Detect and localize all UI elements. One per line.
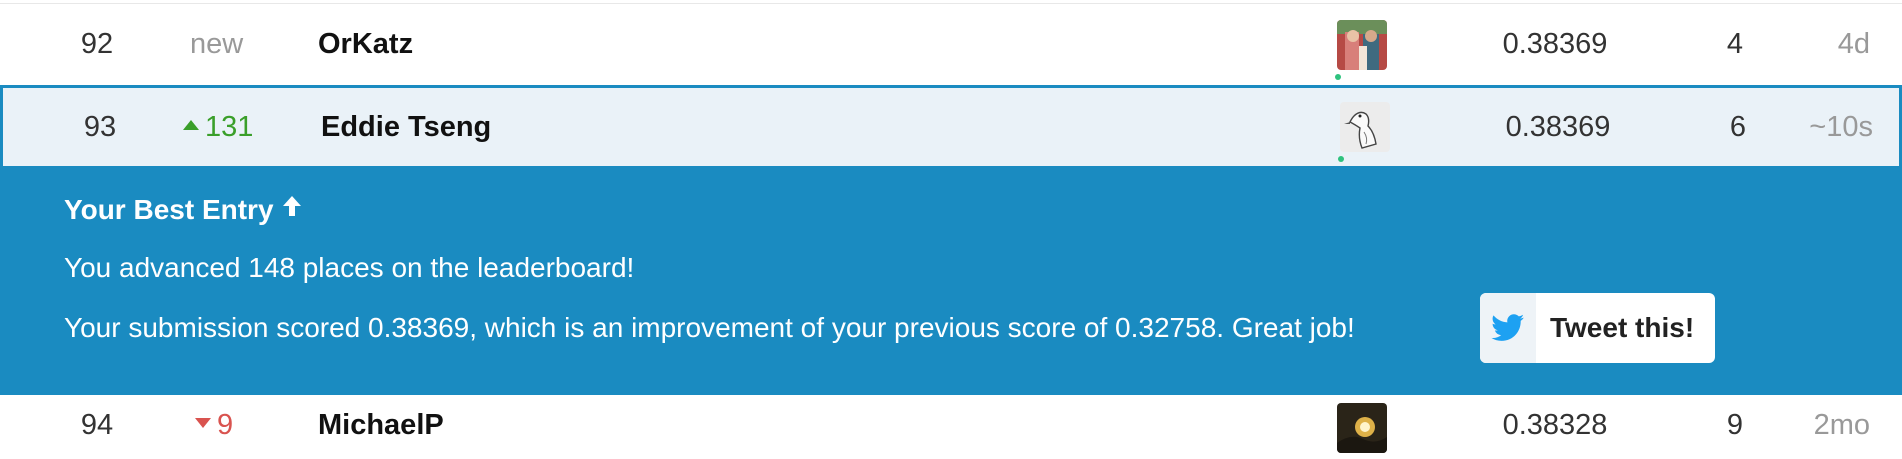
- rank-change-cell: 131: [183, 111, 283, 144]
- team-members[interactable]: [1335, 19, 1387, 80]
- goose-sketch-avatar[interactable]: [1340, 102, 1390, 152]
- rank-cell: 94: [80, 409, 114, 441]
- banner-title: Your Best Entry: [64, 194, 304, 228]
- places-advanced-message: You advanced 148 places on the leaderboa…: [64, 252, 635, 283]
- online-status-dot: [1338, 156, 1344, 162]
- user-photo-avatar[interactable]: [1337, 19, 1387, 70]
- team-members[interactable]: [1337, 403, 1387, 453]
- team-members[interactable]: [1338, 102, 1390, 162]
- tweet-button[interactable]: Tweet this!: [1480, 293, 1715, 363]
- twitter-bird-icon: [1480, 293, 1536, 363]
- score-cell: 0.38328: [1502, 409, 1608, 441]
- leaderboard: 92 new OrKatz 0.38369 4 4d 93 131 Eddie …: [0, 0, 1902, 459]
- rank-cell: 93: [83, 110, 117, 143]
- leaderboard-row-current-user[interactable]: 93 131 Eddie Tseng 0.38369 6 ~10s: [0, 85, 1902, 166]
- entries-cell: 6: [1729, 110, 1747, 143]
- score-cell: 0.38369: [1502, 28, 1608, 60]
- rank-change-value: 131: [205, 110, 254, 143]
- sunset-photo-avatar[interactable]: [1337, 403, 1387, 453]
- last-submission-cell: ~10s: [1809, 110, 1873, 143]
- online-status-dot: [1335, 73, 1341, 80]
- score-cell: 0.38369: [1505, 110, 1611, 143]
- best-entry-banner: Your Best Entry You advanced 148 places …: [0, 166, 1902, 395]
- triangle-down-icon: [195, 418, 211, 429]
- last-submission-cell: 4d: [1837, 28, 1870, 60]
- banner-title-text: Your Best Entry: [64, 194, 274, 225]
- leaderboard-row[interactable]: 92 new OrKatz 0.38369 4 4d: [0, 3, 1902, 85]
- rank-change-cell: 9: [195, 409, 295, 442]
- team-name-link[interactable]: Eddie Tseng: [321, 111, 491, 144]
- leaderboard-row[interactable]: 94 9 MichaelP 0.38328 9 2mo: [0, 395, 1902, 459]
- rank-change-value: 9: [217, 409, 234, 441]
- team-name-link[interactable]: MichaelP: [318, 409, 444, 442]
- entries-cell: 4: [1726, 28, 1744, 60]
- triangle-up-icon: [183, 119, 199, 130]
- team-name-link[interactable]: OrKatz: [318, 28, 413, 61]
- entries-cell: 9: [1726, 409, 1744, 441]
- rank-cell: 92: [80, 28, 114, 60]
- tweet-button-label: Tweet this!: [1550, 312, 1695, 343]
- last-submission-cell: 2mo: [1813, 409, 1870, 441]
- arrow-up-icon: [280, 193, 304, 225]
- rank-change-cell: new: [190, 28, 244, 60]
- score-improvement-message: Your submission scored 0.38369, which is…: [64, 312, 1355, 343]
